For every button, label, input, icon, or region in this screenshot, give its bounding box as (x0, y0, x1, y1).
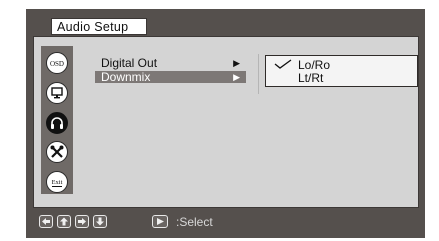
right-arrow-key-icon (75, 215, 89, 228)
exit-glyph: Exit (52, 179, 63, 186)
option-lo-ro[interactable]: Lo/Ro (298, 59, 330, 71)
left-arrow-key-icon (39, 215, 53, 228)
chevron-right-icon: ▶ (233, 58, 240, 68)
menu-item-downmix[interactable]: Downmix ▶ (95, 71, 246, 83)
check-icon (274, 59, 292, 69)
up-arrow-key-icon (57, 215, 71, 228)
headphones-icon[interactable] (46, 112, 68, 134)
osd-glyph: OSD (50, 60, 64, 68)
osd-icon[interactable]: OSD (46, 52, 68, 74)
exit-icon[interactable]: Exit (46, 171, 68, 193)
footer-select-hint: :Select (176, 215, 213, 229)
downmix-options: Lo/Ro Lt/Rt (265, 55, 418, 87)
tools-icon[interactable] (46, 141, 68, 163)
menu-item-digital-out[interactable]: Digital Out ▶ (95, 57, 246, 69)
option-lt-rt[interactable]: Lt/Rt (298, 72, 323, 84)
down-arrow-key-icon (93, 215, 107, 228)
footer-hints: :Select (36, 214, 416, 232)
menu-item-label: Digital Out (101, 56, 158, 70)
menu-item-label: Downmix (101, 70, 151, 84)
monitor-icon[interactable] (46, 82, 68, 104)
play-key-icon (152, 215, 168, 228)
divider (258, 54, 259, 94)
page-title: Audio Setup (51, 18, 147, 35)
chevron-right-icon: ▶ (233, 72, 240, 82)
